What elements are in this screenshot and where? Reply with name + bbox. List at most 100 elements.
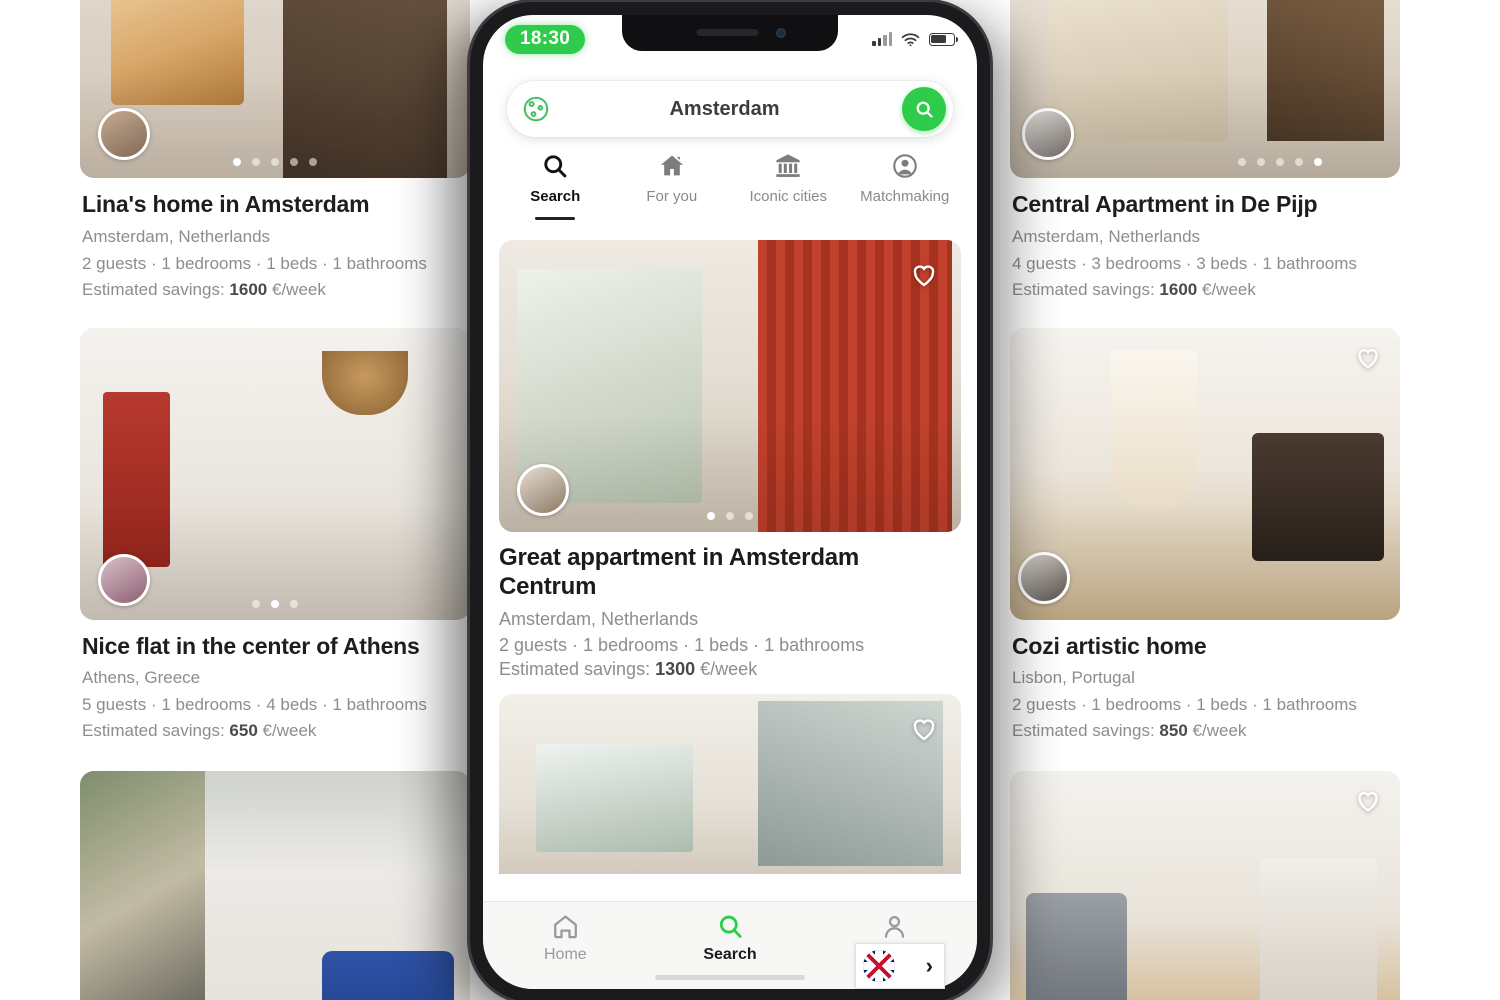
- phone-screen: 18:30 Amsterdam Search For you Iconic ci…: [483, 15, 977, 989]
- category-tabs[interactable]: Search For you Iconic cities Matchmaking: [497, 151, 963, 224]
- listings-feed[interactable]: Great appartment in Amsterdam Centrum Am…: [483, 224, 977, 989]
- listing-meta: 5 guests · 1 bedrooms · 4 beds · 1 bathr…: [82, 695, 427, 715]
- listing-card[interactable]: [1010, 771, 1400, 1000]
- listing-savings: Estimated savings: 1600 €/week: [82, 280, 468, 300]
- savings-value: 850: [1159, 721, 1188, 741]
- tab-label: Search: [530, 188, 581, 205]
- language-switcher[interactable]: ›: [855, 943, 945, 989]
- tab-matchmaking[interactable]: Matchmaking: [847, 151, 964, 224]
- listing-card[interactable]: Cozi artistic home Lisbon, Portugal 2 gu…: [1010, 327, 1400, 742]
- carousel-dot[interactable]: [745, 512, 753, 520]
- listing-card[interactable]: Central Apartment in De Pijp Amsterdam, …: [1010, 0, 1400, 300]
- listing-image: [499, 693, 961, 874]
- listing-card[interactable]: Lina's home in Amsterdam Amsterdam, Neth…: [80, 0, 470, 300]
- listing-photo[interactable]: [499, 240, 961, 532]
- listing-location: Lisbon, Portugal: [1012, 668, 1135, 688]
- uk-flag-icon: [863, 950, 895, 982]
- listing-meta: 2 guests · 1 bedrooms · 1 beds · 1 bathr…: [82, 253, 427, 273]
- listing-photo[interactable]: [499, 693, 961, 874]
- carousel-dot[interactable]: [233, 158, 241, 166]
- savings-unit: €/week: [1192, 721, 1247, 741]
- listing-info: Lina's home in Amsterdam Amsterdam, Neth…: [80, 178, 470, 300]
- person-circle-icon: [891, 151, 919, 181]
- carousel-dot[interactable]: [726, 512, 734, 520]
- heart-icon[interactable]: [1354, 787, 1382, 815]
- carousel-dot[interactable]: [309, 158, 317, 166]
- phone-mockup: 18:30 Amsterdam Search For you Iconic ci…: [470, 2, 990, 1000]
- carousel-dot[interactable]: [290, 158, 298, 166]
- savings-value: 1600: [229, 279, 268, 299]
- carousel-dot[interactable]: [271, 158, 279, 166]
- heart-icon[interactable]: [909, 714, 939, 744]
- search-bar[interactable]: Amsterdam: [507, 81, 953, 137]
- avatar[interactable]: [98, 553, 150, 606]
- chevron-right-icon[interactable]: ›: [926, 955, 933, 977]
- listing-meta: 2 guests · 1 bedrooms · 1 beds · 1 bathr…: [1012, 695, 1357, 715]
- nav-item-search[interactable]: Search: [648, 912, 813, 964]
- globe-icon[interactable]: [521, 94, 551, 124]
- heart-icon[interactable]: [1354, 344, 1382, 372]
- savings-value: 650: [229, 721, 258, 741]
- listing-info: Nice flat in the center of Athens Athens…: [80, 620, 470, 742]
- listing-card[interactable]: [499, 693, 961, 874]
- listing-card[interactable]: Great appartment in Amsterdam Centrum Am…: [499, 240, 961, 680]
- tab-iconic-cities[interactable]: Iconic cities: [730, 151, 847, 224]
- carousel-dot[interactable]: [252, 599, 260, 608]
- listing-savings: Estimated savings: 650 €/week: [82, 721, 468, 741]
- avatar[interactable]: [1022, 108, 1074, 160]
- listing-info: Central Apartment in De Pijp Amsterdam, …: [1010, 178, 1400, 300]
- carousel-dot[interactable]: [707, 512, 715, 520]
- status-bar: 18:30: [483, 15, 977, 57]
- savings-value: 1600: [1159, 279, 1198, 299]
- carousel-dot[interactable]: [1276, 158, 1284, 166]
- tab-label: Matchmaking: [860, 188, 950, 205]
- tab-active-indicator: [652, 217, 692, 220]
- listing-title: Great appartment in Amsterdam Centrum: [499, 544, 860, 600]
- nav-label: Search: [703, 946, 757, 963]
- listing-photo[interactable]: [1010, 771, 1400, 1000]
- carousel-dot[interactable]: [1238, 158, 1246, 166]
- listing-card[interactable]: Nice flat in the center of Athens Athens…: [80, 327, 470, 742]
- avatar[interactable]: [517, 464, 569, 516]
- carousel-dot[interactable]: [1314, 158, 1322, 166]
- search-submit-button[interactable]: [902, 87, 946, 131]
- search-input[interactable]: Amsterdam: [551, 98, 902, 121]
- listing-photo[interactable]: [1010, 327, 1400, 620]
- tab-for-you[interactable]: For you: [614, 151, 731, 224]
- listing-card[interactable]: [80, 771, 470, 1000]
- listing-meta: 2 guests · 1 bedrooms · 1 beds · 1 bathr…: [499, 634, 865, 655]
- avatar[interactable]: [98, 108, 150, 160]
- carousel-dots[interactable]: [80, 158, 470, 166]
- listing-savings: Estimated savings: 1300 €/week: [499, 659, 961, 680]
- carousel-dots[interactable]: [1010, 158, 1400, 166]
- listing-title: Nice flat in the center of Athens: [82, 632, 420, 659]
- savings-label: Estimated savings:: [82, 279, 225, 299]
- search-icon: [541, 151, 569, 181]
- person-icon: [880, 912, 909, 941]
- carousel-dots[interactable]: [80, 599, 470, 608]
- tab-search[interactable]: Search: [497, 151, 614, 224]
- listing-title: Lina's home in Amsterdam: [82, 191, 370, 217]
- carousel-dots[interactable]: [499, 512, 961, 520]
- listing-photo[interactable]: [80, 0, 470, 178]
- savings-unit: €/week: [700, 658, 758, 679]
- listing-photo[interactable]: [80, 771, 470, 1000]
- carousel-dot[interactable]: [1257, 158, 1265, 166]
- carousel-dot[interactable]: [1295, 158, 1303, 166]
- listing-title: Cozi artistic home: [1012, 632, 1207, 659]
- tab-active-indicator: [768, 217, 808, 220]
- battery-icon: [929, 32, 959, 46]
- carousel-dot[interactable]: [290, 599, 298, 608]
- avatar[interactable]: [1018, 551, 1070, 604]
- listing-info: Cozi artistic home Lisbon, Portugal 2 gu…: [1010, 620, 1400, 742]
- listing-savings: Estimated savings: 850 €/week: [1012, 721, 1398, 741]
- heart-icon[interactable]: [909, 260, 939, 290]
- savings-label: Estimated savings:: [82, 721, 225, 741]
- listing-photo[interactable]: [80, 327, 470, 620]
- nav-item-home[interactable]: Home: [483, 912, 648, 964]
- carousel-dot[interactable]: [271, 599, 279, 608]
- savings-unit: €/week: [262, 721, 317, 741]
- carousel-dot[interactable]: [252, 158, 260, 166]
- listing-location: Amsterdam, Netherlands: [1012, 226, 1201, 246]
- listing-photo[interactable]: [1010, 0, 1400, 178]
